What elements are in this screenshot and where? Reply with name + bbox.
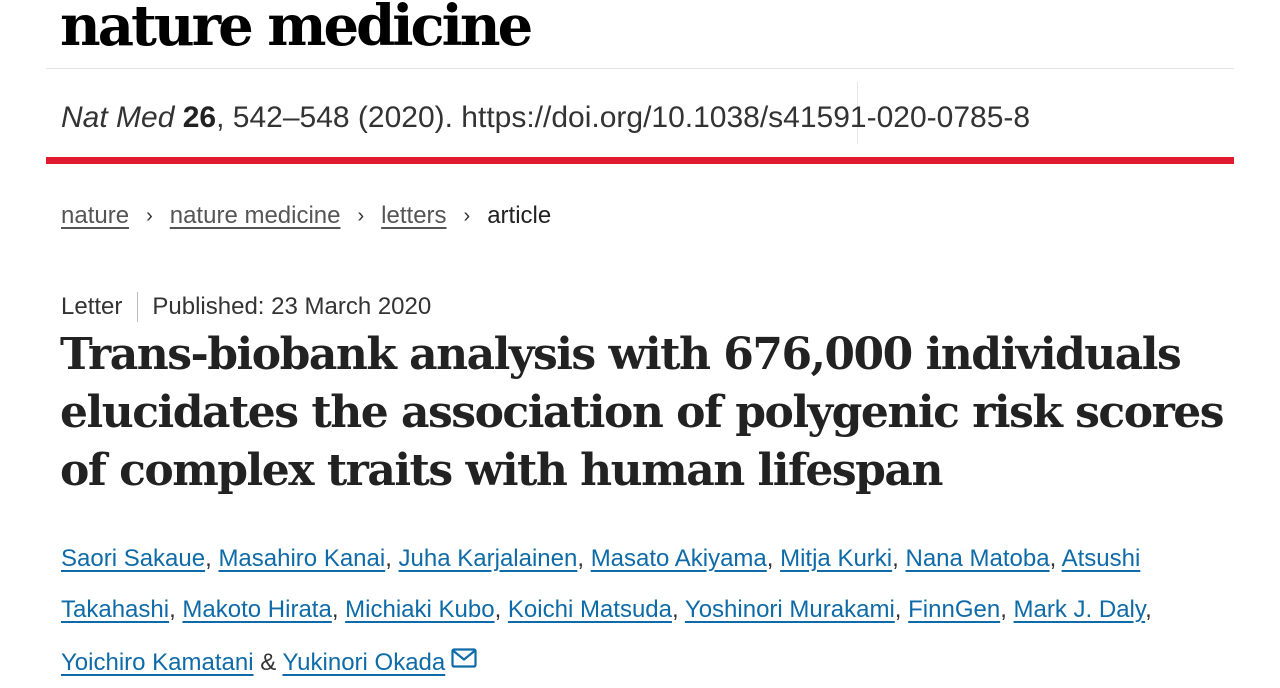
citation-line: Nat Med 26, 542–548 (2020). https://doi.…	[61, 98, 1030, 138]
author-link[interactable]: Masahiro Kanai	[218, 545, 385, 572]
breadcrumb-link-nature[interactable]: nature	[61, 199, 129, 233]
chevron-right-icon: ›	[357, 205, 365, 227]
author-link[interactable]: Yukinori Okada	[282, 649, 445, 676]
chevron-right-icon: ›	[146, 205, 153, 227]
journal-logo[interactable]: nature medicine	[60, 0, 533, 54]
accent-rule	[46, 157, 1234, 164]
author-link[interactable]: Yoshinori Murakami	[685, 596, 895, 623]
author-link[interactable]: Nana Matoba	[905, 545, 1049, 572]
article-title: Trans-biobank analysis with 676,000 indi…	[60, 329, 1225, 496]
citation-journal: Nat Med	[61, 101, 175, 134]
author-link[interactable]: Masato Akiyama	[591, 545, 767, 572]
author-link[interactable]: Juha Karjalainen	[399, 545, 578, 572]
meta-divider	[137, 292, 139, 322]
author-link[interactable]: Koichi Matsuda	[508, 596, 672, 623]
citation-details: , 542–548 (2020). https://doi.org/10.103…	[216, 101, 1031, 134]
mail-icon[interactable]	[451, 635, 477, 668]
author-link[interactable]: Makoto Hirata	[182, 596, 331, 623]
article-type: Letter	[61, 293, 123, 320]
breadcrumb-current: article	[487, 202, 552, 229]
published-date: Published: 23 March 2020	[152, 293, 432, 320]
author-link[interactable]: Mark J. Daly	[1014, 596, 1146, 623]
author-link[interactable]: Michiaki Kubo	[345, 596, 494, 623]
chevron-right-icon: ›	[463, 205, 471, 227]
citation-volume: 26	[182, 101, 217, 134]
author-conjunction: &	[260, 649, 277, 676]
author-link[interactable]: Mitja Kurki	[780, 545, 892, 572]
header-divider	[46, 68, 1234, 69]
article-meta: Letter Published: 23 March 2020	[61, 291, 431, 323]
author-link[interactable]: FinnGen	[908, 596, 1000, 623]
breadcrumb-link-letters[interactable]: letters	[381, 199, 446, 233]
author-link[interactable]: Yoichiro Kamatani	[61, 649, 254, 676]
author-link[interactable]: Saori Sakaue	[61, 545, 205, 572]
breadcrumb: nature › nature medicine › letters › art…	[61, 199, 551, 233]
author-list: Saori Sakaue, Masahiro Kanai, Juha Karja…	[61, 545, 1152, 676]
breadcrumb-link-nature-medicine[interactable]: nature medicine	[170, 199, 341, 233]
